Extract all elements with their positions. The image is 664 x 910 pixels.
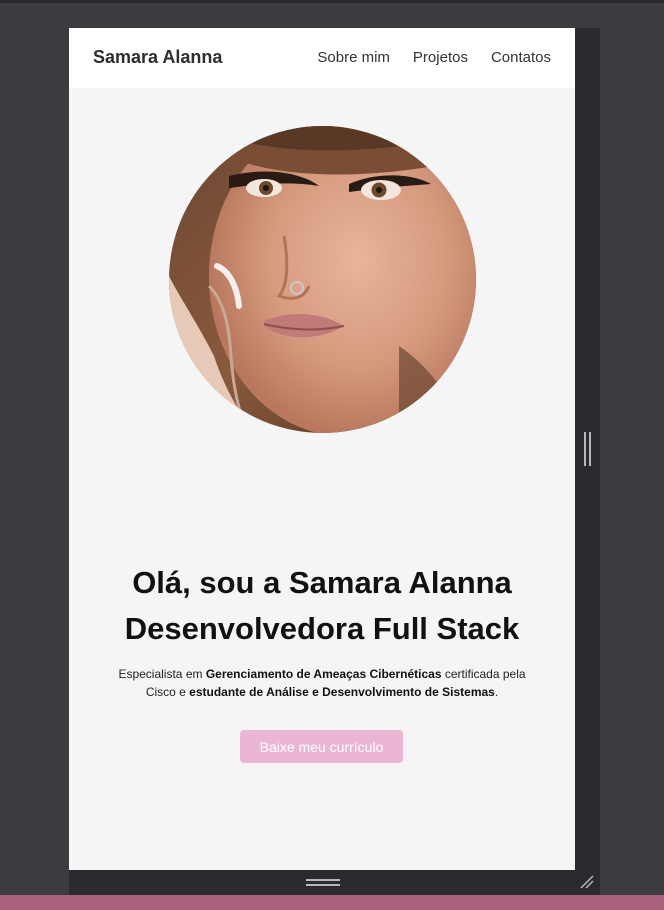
- desc-bold-2: estudante de Análise e Desenvolvimento d…: [189, 685, 495, 699]
- nav-link-contatos[interactable]: Contatos: [491, 49, 551, 66]
- responsive-device-frame: Samara Alanna Sobre mim Projetos Contato…: [69, 28, 600, 895]
- desc-text-1: Especialista em: [118, 667, 206, 681]
- resize-handle-bottom[interactable]: [306, 879, 340, 887]
- profile-photo-illustration: [169, 126, 476, 433]
- resize-handle-right[interactable]: [584, 432, 592, 466]
- navbar: Samara Alanna Sobre mim Projetos Contato…: [69, 28, 575, 88]
- brand-name[interactable]: Samara Alanna: [93, 47, 222, 68]
- nav-links: Sobre mim Projetos Contatos: [317, 49, 551, 66]
- headline-line-1: Olá, sou a Samara Alanna: [132, 565, 512, 600]
- desc-text-3: .: [494, 685, 499, 699]
- window-top-edge: [0, 0, 664, 3]
- nav-link-projetos[interactable]: Projetos: [413, 49, 468, 66]
- nav-link-sobre-mim[interactable]: Sobre mim: [317, 49, 390, 66]
- page-viewport[interactable]: Samara Alanna Sobre mim Projetos Contato…: [69, 28, 575, 870]
- desc-bold-1: Gerenciamento de Ameaças Cibernéticas: [205, 667, 442, 681]
- hero-headline: Olá, sou a Samara Alanna Desenvolvedora …: [69, 560, 575, 652]
- headline-line-2: Desenvolvedora Full Stack: [124, 611, 520, 646]
- download-resume-button[interactable]: Baixe meu currículo: [240, 730, 403, 763]
- window-bottom-strip: [0, 895, 664, 910]
- hero-description: Especialista em Gerenciamento de Ameaças…: [109, 665, 535, 701]
- resize-corner-icon[interactable]: [579, 874, 595, 890]
- profile-photo: [169, 126, 476, 433]
